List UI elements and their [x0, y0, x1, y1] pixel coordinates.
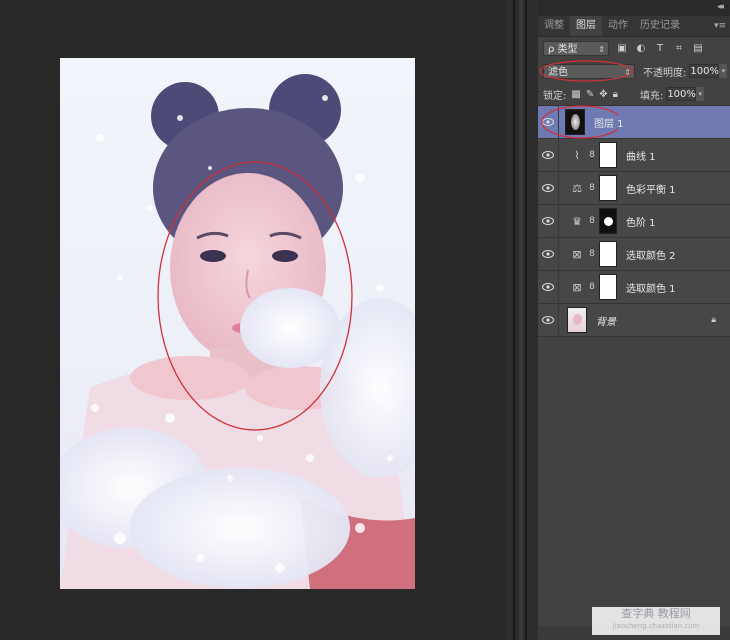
- layer-row-layer1[interactable]: 图层 1: [538, 105, 730, 139]
- visibility-eye-icon[interactable]: [538, 139, 559, 171]
- filter-shape-icon[interactable]: ⌗: [673, 42, 685, 54]
- layer-lock-icon: 🔒︎: [711, 315, 716, 325]
- fill-input[interactable]: 100%: [666, 87, 697, 101]
- visibility-eye-icon[interactable]: [538, 172, 559, 204]
- filter-smart-object-icon[interactable]: ▤: [692, 42, 704, 54]
- fill-label: 填充:: [639, 90, 664, 102]
- tab-history[interactable]: 历史记录: [634, 16, 686, 36]
- document-photo[interactable]: [60, 58, 415, 589]
- mask-link-icon[interactable]: 8: [587, 150, 597, 160]
- photo-artwork: [60, 74, 415, 589]
- layer-row-color-balance[interactable]: ⚖︎ 8 色彩平衡 1: [538, 172, 730, 205]
- lock-all-icon[interactable]: 🔒︎: [613, 89, 618, 100]
- layer-name[interactable]: 曲线 1: [626, 148, 656, 163]
- levels-adjustment-icon: ♛: [572, 214, 582, 228]
- layer-mask-thumbnail[interactable]: [599, 142, 617, 168]
- layers-panel: 调整 图层 动作 历史记录 ▾≡ ρ 类型 ⇕ ▣ ◐ T ⌗ ▤ 滤色 ⇕ 不…: [538, 16, 730, 640]
- blend-opacity-row: 滤色 ⇕ 不透明度: 100% ▾: [538, 59, 730, 83]
- fill-dropdown-icon[interactable]: ▾: [696, 87, 705, 101]
- visibility-eye-icon[interactable]: [538, 205, 559, 237]
- watermark-url: jiaocheng.chazidian.com: [612, 622, 700, 630]
- mask-link-icon[interactable]: 8: [587, 216, 597, 226]
- layer-name[interactable]: 选取颜色 2: [626, 247, 676, 262]
- filter-type-select[interactable]: ρ 类型 ⇕: [543, 40, 609, 56]
- selective-color-icon: ⊠: [572, 247, 582, 261]
- layer-mask-thumbnail[interactable]: [599, 241, 617, 267]
- document-canvas-area[interactable]: [0, 0, 505, 640]
- mask-link-icon[interactable]: 8: [587, 183, 597, 193]
- layer-name[interactable]: 色彩平衡 1: [626, 181, 676, 196]
- lock-label: 锁定:: [543, 90, 567, 102]
- collapse-panels-icon[interactable]: ◂◂: [717, 2, 724, 12]
- color-balance-icon: ⚖︎: [572, 181, 582, 195]
- lock-transparent-icon[interactable]: ▩: [571, 89, 580, 100]
- lock-position-icon[interactable]: ✥: [599, 89, 607, 100]
- visibility-eye-icon[interactable]: [538, 271, 559, 303]
- blend-annotation-ellipse: [539, 60, 633, 82]
- panel-divider: [505, 0, 538, 640]
- layer-annotation-ellipse: [541, 105, 618, 139]
- layer-row-selective-color-2[interactable]: ⊠ 8 选取颜色 2: [538, 238, 730, 271]
- mask-link-icon[interactable]: 8: [587, 249, 597, 259]
- layer-filter-row: ρ 类型 ⇕ ▣ ◐ T ⌗ ▤: [538, 37, 730, 59]
- panel-tabs: 调整 图层 动作 历史记录 ▾≡: [538, 16, 730, 37]
- selective-color-icon: ⊠: [572, 280, 582, 294]
- layer-mask-thumbnail[interactable]: [599, 175, 617, 201]
- panel-menu-icon[interactable]: ▾≡: [714, 16, 730, 36]
- curves-adjustment-icon: ⌇: [574, 148, 580, 162]
- filter-adjustment-icon[interactable]: ◐: [635, 42, 647, 54]
- tab-layers[interactable]: 图层: [570, 16, 602, 36]
- panel-dock-header: ◂◂: [538, 0, 730, 16]
- tab-actions[interactable]: 动作: [602, 16, 634, 36]
- tab-adjustments[interactable]: 调整: [538, 16, 570, 36]
- lock-image-icon[interactable]: ✎: [586, 89, 594, 100]
- select-arrow-icon: ⇕: [598, 44, 605, 54]
- layer-thumbnail: [567, 307, 587, 333]
- layer-name[interactable]: 选取颜色 1: [626, 280, 676, 295]
- watermark-title: 查字典 教程网: [621, 607, 691, 620]
- site-watermark: 查字典 教程网 jiaocheng.chazidian.com: [592, 607, 720, 635]
- layer-row-curves[interactable]: ⌇ 8 曲线 1: [538, 139, 730, 172]
- layer-name[interactable]: 背景: [596, 313, 616, 328]
- layer-row-background[interactable]: 背景 🔒︎: [538, 304, 730, 337]
- layer-mask-thumbnail[interactable]: [599, 274, 617, 300]
- filter-pixel-icon[interactable]: ▣: [616, 42, 628, 54]
- layer-name[interactable]: 色阶 1: [626, 214, 656, 229]
- filter-type-label: ρ 类型: [548, 43, 578, 55]
- visibility-eye-icon[interactable]: [538, 304, 559, 336]
- layer-row-levels[interactable]: ♛ 8 色阶 1: [538, 205, 730, 238]
- layer-row-selective-color-1[interactable]: ⊠ 8 选取颜色 1: [538, 271, 730, 304]
- layer-mask-thumbnail[interactable]: [599, 208, 617, 234]
- mask-link-icon[interactable]: 8: [587, 282, 597, 292]
- filter-type-layer-icon[interactable]: T: [654, 42, 666, 54]
- visibility-eye-icon[interactable]: [538, 238, 559, 270]
